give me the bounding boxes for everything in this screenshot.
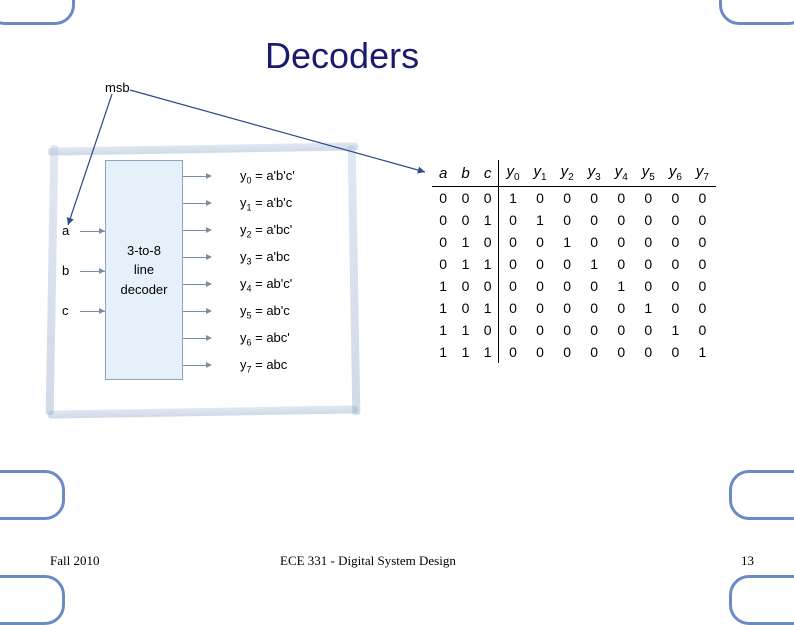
output-label-2: y2 = a'bc' [240,222,292,240]
output-label-7: y7 = abc [240,357,287,375]
tt-row-6: 11000000010 [432,319,716,341]
arrow-out-3 [206,254,212,260]
tt-h-y2: y2 [554,160,581,187]
frame-mid-right [729,470,794,520]
decoder-text-1: line [134,260,154,280]
output-label-3: y3 = a'bc [240,249,290,267]
brush-top [48,142,358,155]
arrow-out-2 [206,227,212,233]
output-label-1: y1 = a'b'c [240,195,292,213]
tt-h-y1: y1 [527,160,554,187]
tt-h-y3: y3 [581,160,608,187]
output-line-7 [183,365,208,366]
input-a: a [62,223,69,238]
tt-row-1: 00101000000 [432,209,716,231]
frame-mid-left [0,470,65,520]
output-line-6 [183,338,208,339]
brush-bot [48,405,358,418]
output-label-6: y6 = abc' [240,330,290,348]
arrow-in-c [99,308,105,314]
truth-table: abcy0y1y2y3y4y5y6y7 00010000000001010000… [432,160,716,363]
output-label-0: y0 = a'b'c' [240,168,295,186]
arrow-out-4 [206,281,212,287]
decoder-box: 3-to-8 line decoder [105,160,183,380]
decoder-text-0: 3-to-8 [127,241,161,261]
arrow-out-7 [206,362,212,368]
arrow-out-5 [206,308,212,314]
tt-h-y6: y6 [662,160,689,187]
tt-h-y4: y4 [608,160,635,187]
brush-right [348,145,361,415]
tt-row-2: 01000100000 [432,231,716,253]
arrow-in-a [99,228,105,234]
output-line-2 [183,230,208,231]
footer-center: ECE 331 - Digital System Design [280,553,456,569]
msb-label: msb [105,80,130,95]
input-b: b [62,263,69,278]
footer-left: Fall 2010 [50,553,99,569]
tt-row-4: 10000001000 [432,275,716,297]
tt-h-b: b [454,160,476,187]
output-line-5 [183,311,208,312]
frame-top-right [719,0,794,25]
brush-left [46,145,59,415]
output-line-1 [183,203,208,204]
frame-top-left [0,0,75,25]
decoder-text-2: decoder [121,280,168,300]
output-line-3 [183,257,208,258]
tt-h-y7: y7 [689,160,716,187]
tt-h-y5: y5 [635,160,662,187]
output-label-4: y4 = ab'c' [240,276,292,294]
tt-row-3: 01100010000 [432,253,716,275]
output-line-0 [183,176,208,177]
page-title: Decoders [265,35,419,77]
arrow-out-0 [206,173,212,179]
input-c: c [62,303,69,318]
tt-h-c: c [477,160,499,187]
output-label-5: y5 = ab'c [240,303,290,321]
tt-h-a: a [432,160,454,187]
arrow-out-1 [206,200,212,206]
tt-row-5: 10100000100 [432,297,716,319]
arrow-out-6 [206,335,212,341]
frame-bot-right [729,575,794,625]
tt-row-0: 00010000000 [432,187,716,210]
footer-right: 13 [741,553,754,569]
output-line-4 [183,284,208,285]
tt-h-y0: y0 [499,160,527,187]
arrow-in-b [99,268,105,274]
frame-bot-left [0,575,65,625]
tt-row-7: 11100000001 [432,341,716,363]
